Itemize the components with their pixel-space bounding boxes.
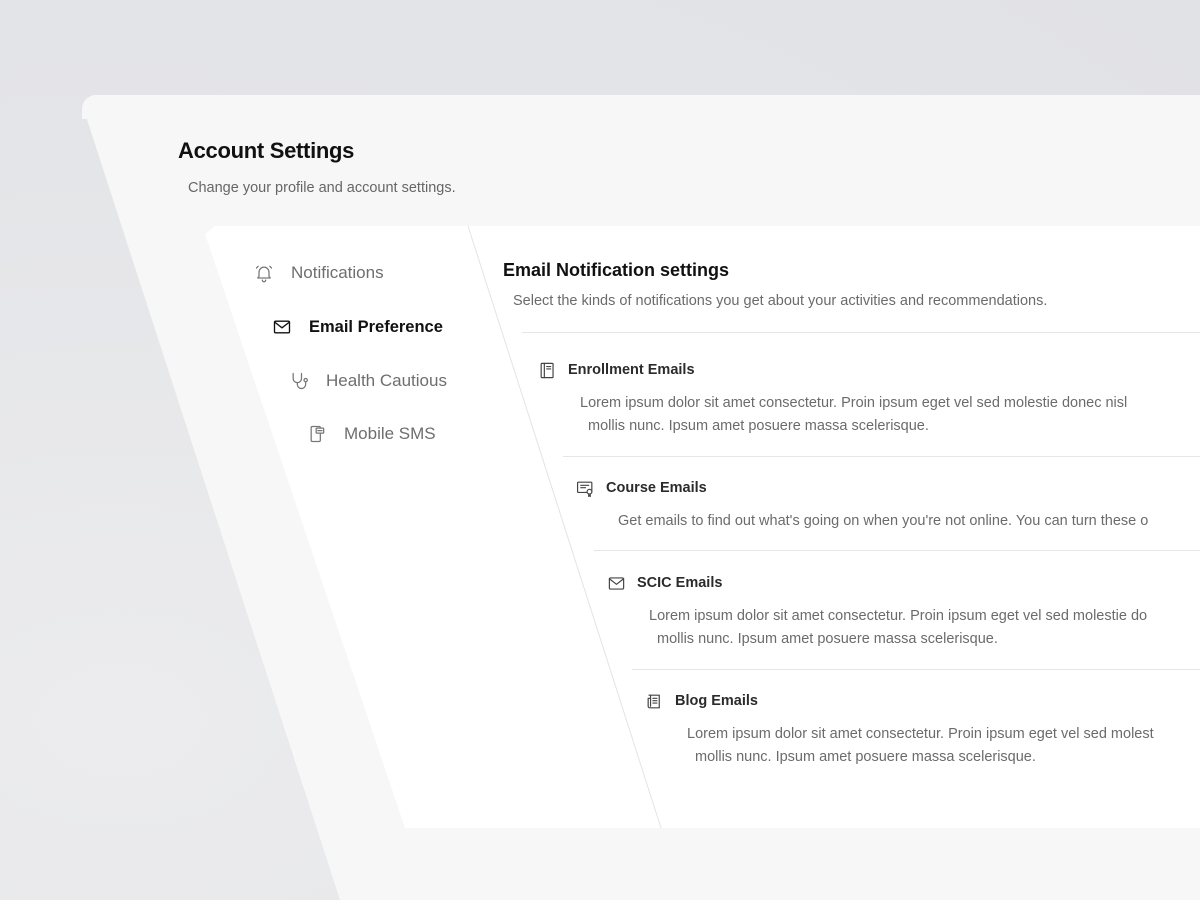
section-title-enrollment: Enrollment Emails: [536, 360, 695, 380]
sidebar-item-label: Health Cautious: [326, 371, 447, 390]
divider: [563, 456, 1200, 457]
newspaper-icon: [643, 691, 665, 711]
description-line: Get emails to find out what's going on w…: [618, 513, 1149, 529]
page-title: Account Settings: [178, 138, 355, 163]
sidebar-item-label: Notifications: [291, 263, 384, 282]
content-title: Email Notification settings: [503, 260, 730, 280]
section-title-scic: SCIC Emails: [605, 573, 722, 593]
divider: [522, 332, 1200, 333]
section-description-course: Get emails to find out what's going on w…: [618, 510, 1148, 533]
description-line: mollis nunc. Ipsum amet posuere massa sc…: [657, 631, 998, 647]
section-description-blog: Lorem ipsum dolor sit amet consectetur. …: [687, 723, 1154, 769]
description-line: mollis nunc. Ipsum amet posuere massa sc…: [695, 749, 1036, 765]
stethoscope-icon: [288, 370, 310, 392]
book-icon: [536, 360, 558, 380]
section-title-label: Enrollment Emails: [568, 362, 695, 378]
bell-icon: [253, 262, 275, 284]
section-title-blog: Blog Emails: [643, 691, 758, 711]
sidebar-item-health-cautious[interactable]: Health Cautious: [288, 370, 447, 392]
sidebar-item-label: Email Preference: [309, 317, 443, 336]
mail-icon: [605, 573, 627, 593]
section-description-enrollment: Lorem ipsum dolor sit amet consectetur. …: [580, 392, 1127, 438]
divider: [632, 669, 1200, 670]
divider: [594, 550, 1200, 551]
content-subtitle: Select the kinds of notifications you ge…: [513, 293, 1048, 309]
phone-icon: [306, 423, 328, 445]
description-line: Lorem ipsum dolor sit amet consectetur. …: [649, 608, 1148, 624]
sidebar-item-label: Mobile SMS: [344, 424, 436, 443]
section-description-scic: Lorem ipsum dolor sit amet consectetur. …: [649, 605, 1147, 651]
description-line: mollis nunc. Ipsum amet posuere massa sc…: [588, 418, 929, 434]
section-title-label: SCIC Emails: [637, 575, 723, 591]
sidebar-item-email-preference[interactable]: Email Preference: [271, 316, 443, 338]
sidebar-item-notifications[interactable]: Notifications: [253, 262, 384, 284]
section-title-course: Course Emails: [574, 478, 707, 498]
mail-icon: [271, 316, 293, 338]
page-subtitle: Change your profile and account settings…: [188, 180, 456, 196]
sidebar-item-mobile-sms[interactable]: Mobile SMS: [306, 423, 436, 445]
description-line: Lorem ipsum dolor sit amet consectetur. …: [687, 726, 1154, 742]
section-title-label: Course Emails: [606, 480, 707, 496]
panel-corner: [82, 95, 106, 119]
section-title-label: Blog Emails: [675, 693, 758, 709]
description-line: Lorem ipsum dolor sit amet consectetur. …: [580, 395, 1128, 411]
certificate-icon: [574, 478, 596, 498]
